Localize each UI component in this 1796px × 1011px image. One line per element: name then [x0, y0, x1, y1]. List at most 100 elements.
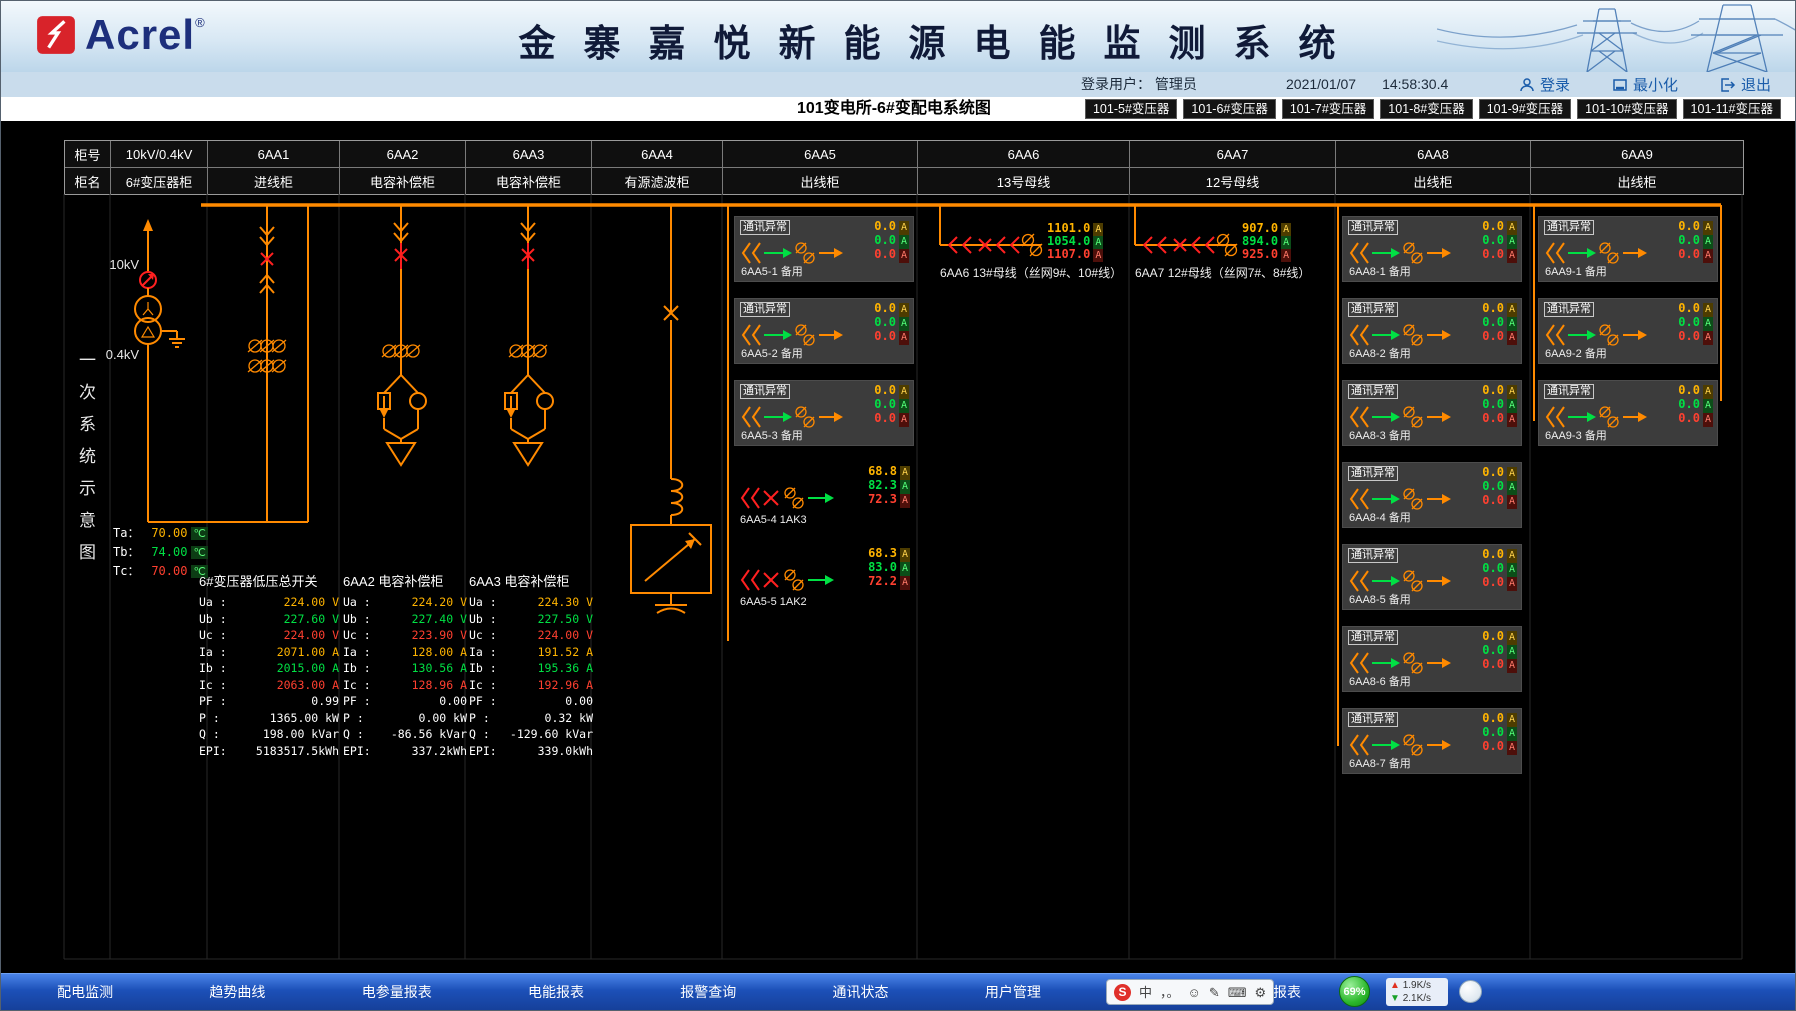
meter-row: Ia :2071.00 A [199, 644, 339, 661]
feeder-values: 68.8A 82.3A 72.3A [868, 464, 910, 506]
feeder-panel[interactable]: 通讯异常 [734, 380, 914, 446]
ime-icon[interactable]: ，。 [1160, 984, 1180, 1001]
feeder-column-6aa5: 通讯异常 [734, 216, 914, 610]
meter-row: Ua :224.00 V [199, 594, 339, 611]
side-label: 一次系统示意图 [73, 351, 98, 575]
comm-error-badge: 通讯异常 [1348, 302, 1398, 317]
meter-block-transformer: 6#变压器低压总开关 Ua :224.00 V Ub :227.60 V Uc … [199, 571, 339, 759]
feeder-column-6aa8: 通讯异常 [1342, 216, 1522, 774]
taskbar-item[interactable]: 报警查询 [680, 982, 736, 1002]
taskbar-item[interactable]: 通讯状态 [833, 982, 889, 1002]
meter-row: Q :-129.60 kVar [469, 726, 593, 743]
comm-error-badge: 通讯异常 [1544, 302, 1594, 317]
temp-row: Ta：70.00℃ [113, 525, 208, 544]
feeder-values: 0.0A 0.0A 0.0A [1482, 629, 1517, 671]
feeder-values: 0.0A 0.0A 0.0A [1482, 465, 1517, 507]
meter-row: Ib :2015.00 A [199, 660, 339, 677]
feeder-name: 6AA8-6 备用 [1349, 673, 1411, 689]
feeder-column-6aa9: 通讯异常 [1538, 216, 1718, 446]
meter-row: Uc :224.00 V [199, 627, 339, 644]
meter-row: Ia :128.00 A [343, 644, 467, 661]
feeder-name: 6AA8-1 备用 [1349, 263, 1411, 279]
battery-indicator[interactable]: 69% [1339, 976, 1370, 1007]
meter-row: P :0.32 kW [469, 710, 593, 727]
feeder-panel[interactable]: 通讯异常 [1342, 462, 1522, 528]
feeder-panel[interactable]: 通讯异常 [1342, 708, 1522, 774]
feeder-name: 6AA9-2 备用 [1545, 345, 1607, 361]
taskbar-item[interactable]: 配电监测 [57, 982, 113, 1002]
feeder-panel[interactable]: 通讯异常 [1342, 626, 1522, 692]
meter-row: PF :0.99 [199, 693, 339, 710]
taskbar-item[interactable]: 电参量报表 [362, 982, 432, 1002]
temp-label: Tb： [113, 545, 139, 559]
ime-icon[interactable]: ⌨ [1228, 984, 1247, 1001]
temp-row: Tc：70.00℃ [113, 563, 208, 582]
comm-error-badge: 通讯异常 [740, 384, 790, 399]
meter-row: PF :0.00 [469, 693, 593, 710]
comm-error-badge: 通讯异常 [1348, 712, 1398, 727]
meter-row: Ua :224.20 V [343, 594, 467, 611]
bus-13-readout: 1101.0A 1054.0A 1107.0A [1047, 222, 1103, 261]
feeder-name: 6AA8-7 备用 [1349, 755, 1411, 771]
feeder-panel[interactable]: 通讯异常 [734, 298, 914, 364]
bus-12-label: 6AA7 12#母线（丝网7#、8#线） [1135, 264, 1310, 281]
feeder-panel[interactable]: 通讯异常 [1342, 298, 1522, 364]
temp-label: Tc： [113, 564, 139, 578]
comm-error-badge: 通讯异常 [1348, 466, 1398, 481]
ime-icon[interactable]: 中 [1139, 984, 1152, 1001]
meter-row: Ua :224.30 V [469, 594, 593, 611]
feeder-values: 0.0A 0.0A 0.0A [1678, 219, 1713, 261]
meter-row: Ub :227.40 V [343, 611, 467, 628]
ime-toolbar[interactable]: S 中 ，。 ☺ ✎ ⌨ ⚙ [1106, 979, 1274, 1005]
floating-ball[interactable] [1459, 980, 1482, 1003]
feeder-name: 6AA5-2 备用 [741, 345, 803, 361]
ime-icon[interactable]: ⚙ [1254, 984, 1266, 1001]
feeder-panel[interactable]: 通讯异常 [1538, 380, 1718, 446]
feeder-values: 0.0A 0.0A 0.0A [874, 383, 909, 425]
meter-row: EPI:337.2kWh [343, 743, 467, 760]
feeder-symbols [737, 565, 847, 595]
meter-row: P :1365.00 kW [199, 710, 339, 727]
meter-title: 6AA2 电容补偿柜 [343, 571, 467, 590]
feeder-values: 0.0A 0.0A 0.0A [874, 219, 909, 261]
feeder-name: 6AA8-2 备用 [1349, 345, 1411, 361]
transformer-temps: Ta：70.00℃ Tb：74.00℃ Tc：70.00℃ [113, 525, 208, 582]
feeder-values: 0.0A 0.0A 0.0A [1482, 711, 1517, 753]
network-speed: ▲ 1.9K/s ▼ 2.1K/s [1386, 978, 1448, 1006]
taskbar-item[interactable]: 趋势曲线 [209, 982, 265, 1002]
meter-row: Uc :223.90 V [343, 627, 467, 644]
bus-12-readout: 907.0A 894.0A 925.0A [1242, 222, 1291, 261]
feeder-panel[interactable]: 通讯异常 [1538, 298, 1718, 364]
feeder-values: 0.0A 0.0A 0.0A [1482, 383, 1517, 425]
ime-icon[interactable]: S [1114, 984, 1131, 1001]
meter-block-6aa3: 6AA3 电容补偿柜 Ua :224.30 V Ub :227.50 V Uc … [469, 571, 593, 759]
feeder-name: 6AA8-4 备用 [1349, 509, 1411, 525]
feeder-name: 6AA9-3 备用 [1545, 427, 1607, 443]
feeder-values: 0.0A 0.0A 0.0A [1678, 301, 1713, 343]
feeder-panel[interactable]: 68.3A 83.0A 72.2A 6AA5-5 1AK2 [734, 544, 914, 610]
feeder-name: 6AA5-5 1AK2 [740, 596, 807, 608]
feeder-panel[interactable]: 通讯异常 [1342, 380, 1522, 446]
feeder-panel[interactable]: 68.8A 82.3A 72.3A 6AA5-4 1AK3 [734, 462, 914, 528]
feeder-panel[interactable]: 通讯异常 [1342, 544, 1522, 610]
scada-window: Acrel ® 金寨嘉悦新能源电能监测系统 登录用户： 管理员 2021/01/… [0, 0, 1796, 1011]
meter-row: Ic :2063.00 A [199, 677, 339, 694]
ime-icon[interactable]: ✎ [1209, 984, 1220, 1001]
meter-row: Ub :227.50 V [469, 611, 593, 628]
meter-row: EPI:5183517.5kWh [199, 743, 339, 760]
feeder-panel[interactable]: 通讯异常 [1342, 216, 1522, 282]
meter-row: Q :198.00 kVar [199, 726, 339, 743]
ime-icon[interactable]: ☺ [1188, 984, 1201, 1001]
temp-label: Ta： [113, 526, 139, 540]
feeder-name: 6AA5-1 备用 [741, 263, 803, 279]
meter-block-6aa2: 6AA2 电容补偿柜 Ua :224.20 V Ub :227.40 V Uc … [343, 571, 467, 759]
taskbar: 配电监测 趋势曲线 电参量报表 电能报表 报警查询 通讯状态 用户管理 报表 S… [1, 973, 1796, 1010]
feeder-panel[interactable]: 通讯异常 [734, 216, 914, 282]
meter-title: 6AA3 电容补偿柜 [469, 571, 593, 590]
meter-row: Ic :192.96 A [469, 677, 593, 694]
feeder-panel[interactable]: 通讯异常 [1538, 216, 1718, 282]
taskbar-item[interactable]: 电能报表 [528, 982, 584, 1002]
taskbar-item-report[interactable]: 报表 [1273, 974, 1301, 1010]
taskbar-item[interactable]: 用户管理 [985, 982, 1041, 1002]
temp-value: 70.00 [141, 563, 187, 580]
